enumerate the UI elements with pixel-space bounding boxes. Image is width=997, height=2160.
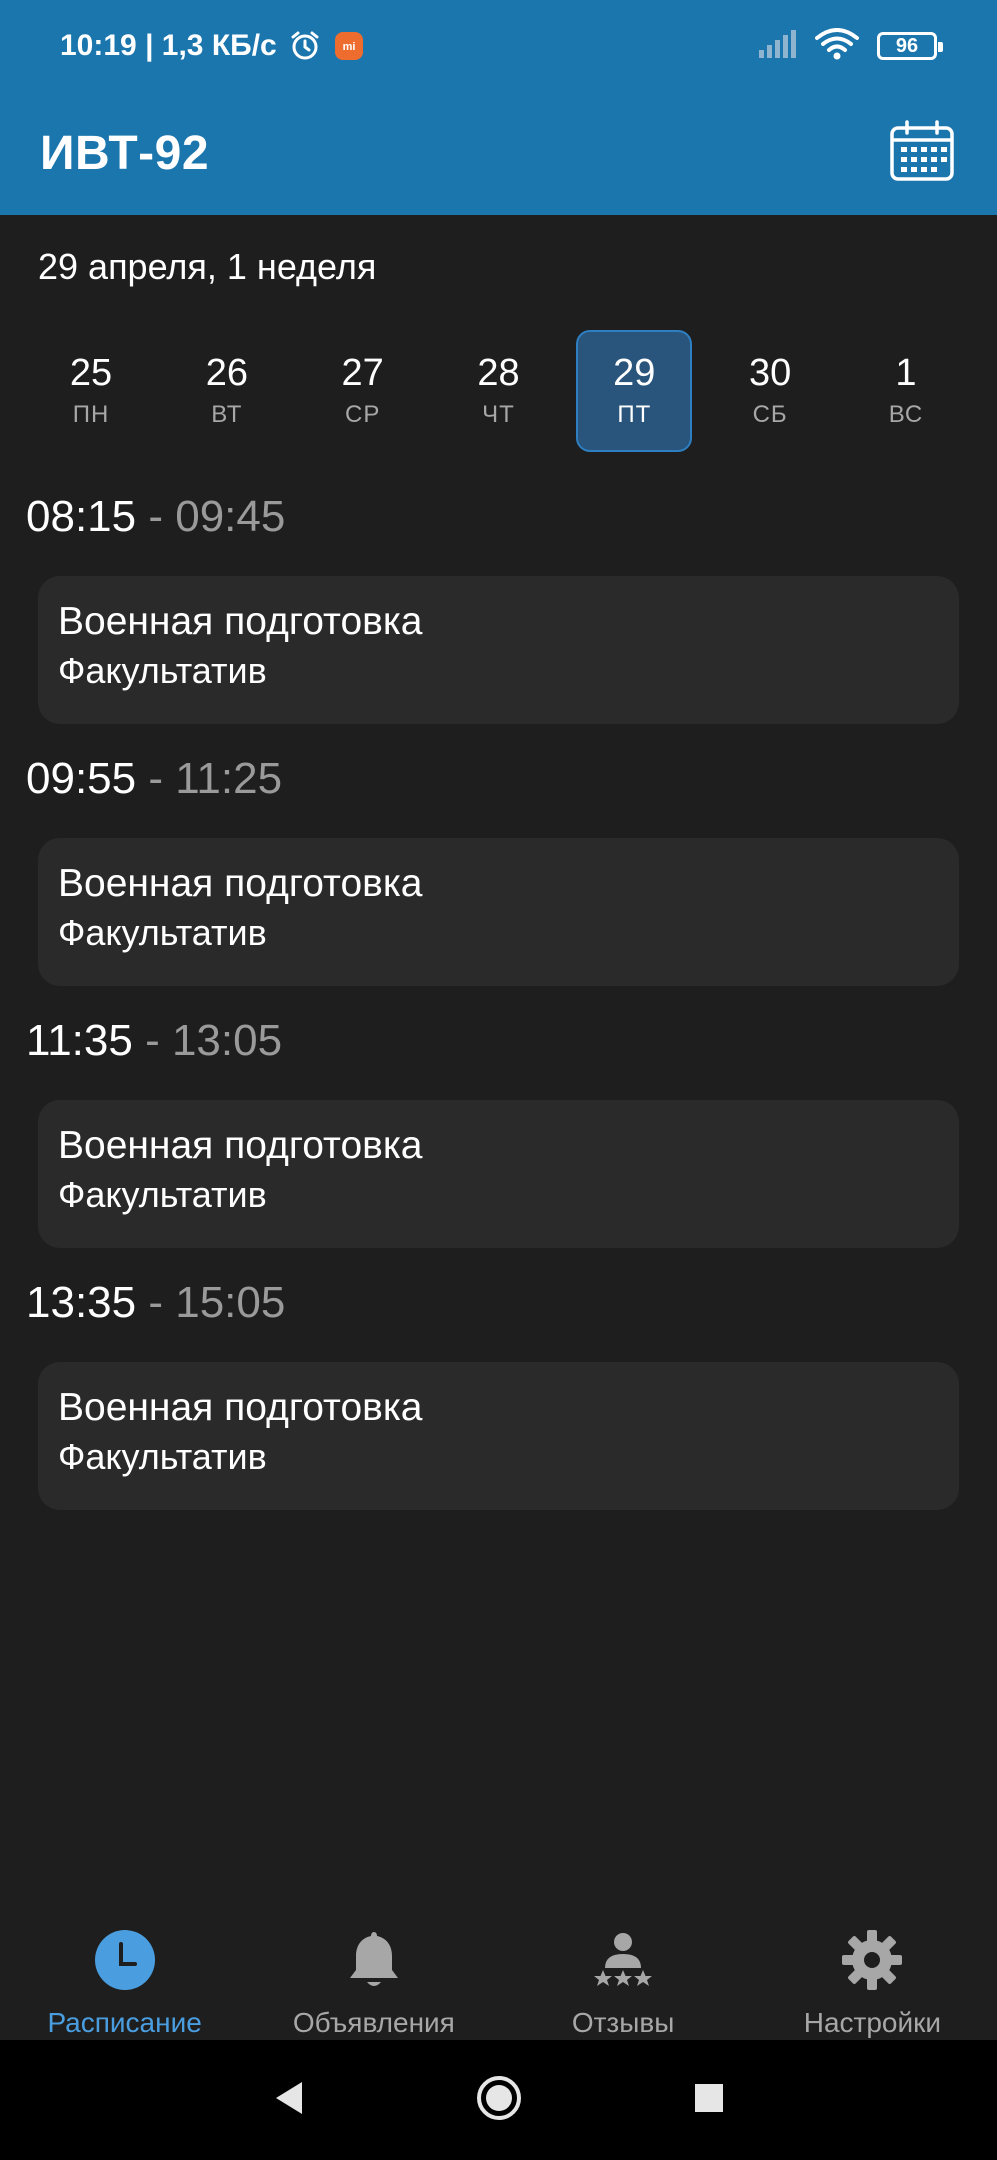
gear-icon — [837, 1925, 907, 1995]
lesson-slot: 11:35 - 13:05 Военная подготовка Факульт… — [0, 1004, 997, 1266]
lesson-title: Военная подготовка — [58, 862, 423, 905]
nav-schedule[interactable]: Расписание — [0, 1900, 249, 2039]
status-bar: 10:19 | 1,3 КБ/с mi 96 — [0, 0, 997, 92]
lesson-start-time: 13:35 — [26, 1278, 137, 1327]
lesson-slot: 09:55 - 11:25 Военная подготовка Факульт… — [0, 742, 997, 1004]
schedule-screen: 10:19 | 1,3 КБ/с mi 96 ИВТ-92 29 апреля,… — [0, 0, 997, 2160]
lesson-start-time: 08:15 — [26, 492, 137, 541]
lessons-list: 08:15 - 09:45 Военная подготовка Факульт… — [0, 480, 997, 1528]
day-number: 29 — [613, 352, 656, 395]
app-notification-icon: mi — [333, 30, 365, 62]
day-27[interactable]: 27 СР — [305, 330, 421, 452]
svg-text:mi: mi — [342, 41, 355, 53]
nav-label: Расписание — [47, 2007, 202, 2038]
day-number: 30 — [749, 352, 792, 395]
system-navigation-bar — [0, 2040, 997, 2160]
day-name: ВС — [888, 400, 924, 428]
lesson-card[interactable]: Военная подготовка Факультатив — [38, 1362, 959, 1510]
lesson-end-time: 11:25 — [175, 754, 283, 803]
status-time-speed: 10:19 | 1,3 КБ/с — [60, 29, 277, 62]
calendar-icon — [889, 120, 955, 187]
back-triangle-icon — [272, 2080, 306, 2121]
lesson-card[interactable]: Военная подготовка Факультатив — [38, 576, 959, 724]
status-right: 96 — [757, 27, 943, 65]
lesson-type: Факультатив — [58, 1173, 267, 1215]
day-1[interactable]: 1 ВС — [848, 330, 964, 452]
signal-icon — [757, 29, 797, 63]
day-number: 27 — [341, 352, 384, 395]
lesson-time: 13:35 - 15:05 — [26, 1278, 285, 1328]
week-selector: 25 ПН 26 ВТ 27 СР 28 ЧТ 29 ПТ 30 СБ 1 ВС — [33, 330, 964, 452]
lesson-type: Факультатив — [58, 911, 267, 953]
recents-square-icon — [693, 2082, 725, 2119]
lesson-type: Факультатив — [58, 649, 267, 691]
day-name: СБ — [752, 400, 788, 428]
day-number: 1 — [895, 352, 917, 395]
reviews-icon — [588, 1925, 658, 1995]
nav-announcements[interactable]: Объявления — [249, 1900, 498, 2039]
home-button[interactable] — [469, 2070, 529, 2130]
lesson-time: 08:15 - 09:45 — [26, 492, 285, 542]
lesson-title: Военная подготовка — [58, 1124, 423, 1167]
day-number: 28 — [477, 352, 520, 395]
lesson-time: 09:55 - 11:25 — [26, 754, 282, 804]
lesson-title: Военная подготовка — [58, 600, 423, 643]
nav-settings[interactable]: Настройки — [748, 1900, 997, 2039]
wifi-icon — [815, 27, 859, 65]
lesson-end-time: 13:05 — [171, 1016, 283, 1065]
day-26[interactable]: 26 ВТ — [169, 330, 285, 452]
calendar-button[interactable] — [887, 119, 957, 189]
day-name: ПТ — [617, 400, 652, 428]
alarm-icon — [289, 30, 321, 62]
recents-button[interactable] — [679, 2070, 739, 2130]
lesson-card[interactable]: Военная подготовка Факультатив — [38, 1100, 959, 1248]
battery-icon: 96 — [877, 32, 943, 60]
status-left: 10:19 | 1,3 КБ/с mi — [60, 29, 365, 63]
app-bar: ИВТ-92 — [0, 92, 997, 215]
lesson-title: Военная подготовка — [58, 1386, 423, 1429]
nav-label: Объявления — [292, 2007, 455, 2038]
day-29-selected[interactable]: 29 ПТ — [576, 330, 693, 452]
day-number: 25 — [69, 352, 113, 395]
date-header: 29 апреля, 1 неделя — [38, 246, 377, 287]
time-separator: - — [136, 492, 176, 541]
day-30[interactable]: 30 СБ — [712, 330, 828, 452]
day-name: СР — [344, 400, 381, 428]
clock-icon — [90, 1925, 160, 1995]
back-button[interactable] — [259, 2070, 319, 2130]
time-separator: - — [132, 1016, 172, 1065]
time-separator: - — [136, 1278, 176, 1327]
lesson-end-time: 09:45 — [175, 492, 286, 541]
bell-icon — [339, 1925, 409, 1995]
day-name: ЧТ — [482, 400, 515, 428]
day-28[interactable]: 28 ЧТ — [440, 330, 556, 452]
day-name: ПН — [72, 400, 110, 428]
lesson-start-time: 11:35 — [26, 1016, 133, 1065]
bottom-navigation: Расписание Объявления Отзывы Настройки — [0, 1900, 997, 2040]
lesson-card[interactable]: Военная подготовка Факультатив — [38, 838, 959, 986]
time-separator: - — [136, 754, 176, 803]
day-name: ВТ — [211, 400, 243, 428]
lesson-type: Факультатив — [58, 1435, 267, 1477]
nav-label: Настройки — [803, 2007, 942, 2038]
nav-reviews[interactable]: Отзывы — [499, 1900, 748, 2039]
page-title: ИВТ-92 — [40, 127, 210, 180]
day-25[interactable]: 25 ПН — [33, 330, 149, 452]
lesson-end-time: 15:05 — [175, 1278, 286, 1327]
lesson-start-time: 09:55 — [26, 754, 137, 803]
home-circle-icon — [475, 2074, 523, 2127]
battery-level: 96 — [895, 35, 919, 57]
lesson-slot: 13:35 - 15:05 Военная подготовка Факульт… — [0, 1266, 997, 1528]
lesson-slot: 08:15 - 09:45 Военная подготовка Факульт… — [0, 480, 997, 742]
nav-label: Отзывы — [571, 2007, 675, 2038]
day-number: 26 — [205, 352, 248, 395]
lesson-time: 11:35 - 13:05 — [26, 1016, 282, 1066]
